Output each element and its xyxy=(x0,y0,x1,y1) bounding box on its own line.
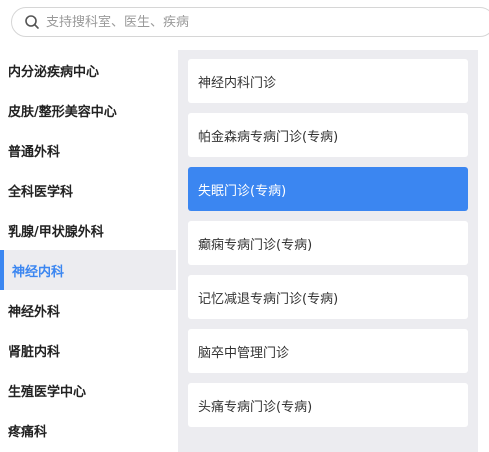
clinic-item-headache[interactable]: 头痛专病门诊(专病) xyxy=(188,383,468,427)
clinic-item-neurology-clinic[interactable]: 神经内科门诊 xyxy=(188,59,468,103)
sidebar-item-dermatology[interactable]: 皮肤/整形美容中心 xyxy=(0,90,176,130)
sidebar-item-pain[interactable]: 疼痛科 xyxy=(0,410,176,450)
sidebar-item-general-surgery[interactable]: 普通外科 xyxy=(0,130,176,170)
clinic-item-insomnia[interactable]: 失眠门诊(专病) xyxy=(188,167,468,211)
sidebar-item-endocrine[interactable]: 内分泌疾病中心 xyxy=(0,50,176,90)
department-sidebar: 内分泌疾病中心 皮肤/整形美容中心 普通外科 全科医学科 乳腺/甲状腺外科 神经… xyxy=(0,50,176,450)
sidebar-item-breast-thyroid-surgery[interactable]: 乳腺/甲状腺外科 xyxy=(0,210,176,250)
clinic-list-panel: 神经内科门诊 帕金森病专病门诊(专病) 失眠门诊(专病) 癫痫专病门诊(专病) … xyxy=(178,50,478,452)
sidebar-item-general-medicine[interactable]: 全科医学科 xyxy=(0,170,176,210)
clinic-item-parkinson[interactable]: 帕金森病专病门诊(专病) xyxy=(188,113,468,157)
clinic-item-epilepsy[interactable]: 癫痫专病门诊(专病) xyxy=(188,221,468,265)
clinic-item-stroke-management[interactable]: 脑卒中管理门诊 xyxy=(188,329,468,373)
sidebar-item-nephrology[interactable]: 肾脏内科 xyxy=(0,330,176,370)
search-bar[interactable] xyxy=(11,7,489,37)
clinic-item-memory-decline[interactable]: 记忆减退专病门诊(专病) xyxy=(188,275,468,319)
search-icon xyxy=(24,14,40,30)
search-input[interactable] xyxy=(46,14,426,30)
sidebar-item-neurology[interactable]: 神经内科 xyxy=(0,250,176,290)
sidebar-item-reproductive-medicine[interactable]: 生殖医学中心 xyxy=(0,370,176,410)
sidebar-item-neurosurgery[interactable]: 神经外科 xyxy=(0,290,176,330)
